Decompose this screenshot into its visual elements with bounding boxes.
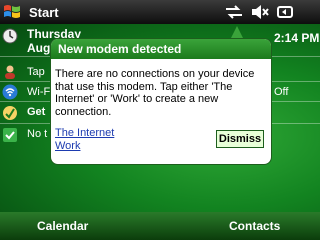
notification-body: There are no connections on your device … — [55, 68, 255, 118]
owner-icon[interactable] — [2, 64, 18, 80]
softkey-bar: Calendar Contacts — [0, 212, 320, 240]
wifi-status[interactable]: Off — [274, 86, 320, 98]
signal-icon[interactable] — [276, 4, 296, 20]
volume-muted-icon[interactable] — [250, 4, 270, 20]
dismiss-button[interactable]: Dismiss — [216, 130, 264, 148]
clock-time[interactable]: 2:14 PM — [274, 31, 320, 45]
connectivity-icon[interactable] — [224, 4, 244, 20]
clock-icon[interactable] — [2, 28, 18, 44]
contacts-softkey[interactable]: Contacts — [229, 219, 280, 233]
title-bar: Start — [0, 0, 320, 24]
getting-started-icon[interactable] — [2, 105, 18, 121]
start-menu-label[interactable]: Start — [29, 5, 59, 20]
calendar-softkey[interactable]: Calendar — [37, 219, 88, 233]
notification-bubble: New modem detected There are no connecti… — [50, 38, 272, 165]
notification-title: New modem detected — [51, 39, 271, 59]
tasks-icon[interactable] — [2, 127, 18, 143]
bubble-pointer — [231, 26, 243, 38]
wifi-icon[interactable] — [2, 84, 18, 100]
windows-start-icon[interactable] — [3, 3, 21, 21]
internet-work-link[interactable]: The Internet Work — [55, 127, 125, 152]
